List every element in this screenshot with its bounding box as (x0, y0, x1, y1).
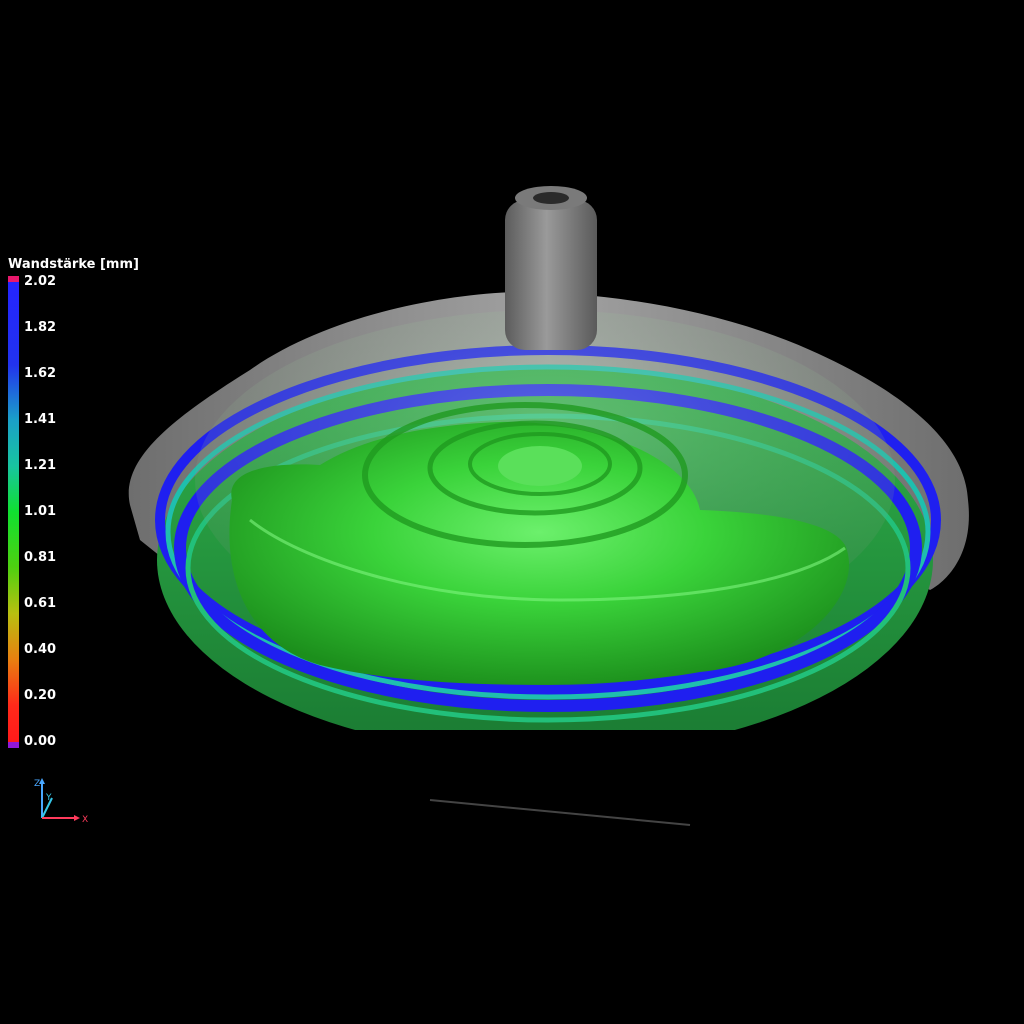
inlet-stem (505, 200, 597, 350)
legend-tick-label: 0.20 (24, 688, 57, 703)
legend-tick-label: 0.40 (24, 642, 57, 657)
legend-tick-label: 1.01 (24, 504, 57, 519)
inlet-stem-hole (533, 192, 569, 204)
colorbar-bottom-cap (8, 742, 19, 748)
legend-tick-label: 1.82 (24, 320, 57, 335)
x-axis-label: X (82, 815, 88, 825)
colorbar (8, 276, 19, 748)
legend-tick-label: 0.61 (24, 596, 57, 611)
axis-triad[interactable]: Z Y X (28, 776, 98, 832)
legend-tick-label: 0.81 (24, 550, 57, 565)
center-plateau (498, 446, 582, 486)
3d-viewport[interactable]: Wandstärke [mm] 2.02 1.82 1.62 1.41 1.21… (0, 0, 1024, 1024)
legend-tick-label: 2.02 (24, 274, 57, 289)
x-axis-arrow (74, 815, 80, 821)
legend-tick-label: 1.62 (24, 366, 57, 381)
colorbar-gradient (8, 282, 19, 742)
wall-thickness-model-view[interactable] (0, 0, 1024, 1024)
legend-title: Wandstärke [mm] (8, 257, 139, 272)
legend-tick-label: 1.21 (24, 458, 57, 473)
legend-tick-label: 0.00 (24, 734, 57, 749)
y-axis-label: Y (45, 793, 52, 803)
legend-tick-label: 1.41 (24, 412, 57, 427)
z-axis-label: Z (34, 779, 40, 789)
support-base (300, 730, 780, 820)
colorbar-top-cap (8, 276, 19, 282)
color-legend: Wandstärke [mm] 2.02 1.82 1.62 1.41 1.21… (6, 257, 146, 757)
